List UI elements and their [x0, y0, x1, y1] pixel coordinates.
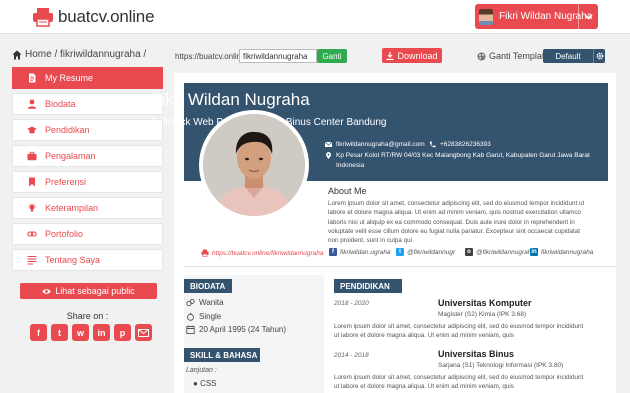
divider: [184, 266, 616, 267]
gear-icon[interactable]: [593, 49, 605, 63]
sidebar-item-portofolio[interactable]: Portofolio: [12, 223, 163, 245]
email-icon[interactable]: [135, 324, 152, 341]
logo[interactable]: buatcv.online: [32, 6, 155, 28]
education-description: Lorem ipsum dolor sit amet, consectetur …: [334, 374, 584, 391]
social-linkedin[interactable]: in fikriwildannugraha: [530, 248, 593, 256]
document-icon: [29, 73, 36, 83]
instagram-icon: o: [465, 248, 473, 256]
sidebar: My Resume Biodata Pendidikan Pengalaman …: [12, 67, 163, 275]
download-button[interactable]: Download: [382, 48, 442, 63]
graduation-cap-icon: [27, 126, 37, 134]
facebook-icon[interactable]: f: [30, 324, 47, 341]
sidebar-item-label: Portofolio: [45, 229, 84, 239]
ring-icon: [187, 313, 194, 321]
sidebar-item-keterampilan[interactable]: Keterampilan: [12, 197, 163, 219]
sidebar-item-label: Pengalaman: [45, 151, 96, 161]
education-heading: PENDIDIKAN: [334, 279, 402, 293]
education-date: 2014 - 2018: [334, 352, 369, 359]
url-prefix: https://buatcv.online/: [175, 52, 248, 61]
bulb-icon: [27, 203, 37, 212]
education-date: 2018 - 2020: [334, 300, 369, 307]
username-url-input[interactable]: [239, 49, 317, 63]
breadcrumb: Home / fikriwildannugraha /: [12, 49, 146, 60]
printer-icon: [33, 8, 53, 27]
user-icon: [27, 99, 37, 109]
phone-icon: [429, 141, 436, 148]
linkedin-icon[interactable]: in: [93, 324, 110, 341]
education-degree: Sarjana (S1) Teknologi Informasi (IPK 3.…: [438, 362, 564, 369]
sidebar-item-label: My Resume: [45, 73, 94, 83]
email-icon: [325, 141, 332, 147]
share-buttons: f t w in p: [30, 324, 152, 341]
sidebar-item-pendidikan[interactable]: Pendidikan: [12, 119, 163, 141]
sidebar-item-label: Preferensi: [45, 177, 87, 187]
home-icon: [12, 50, 22, 59]
education-school: Universitas Binus: [438, 349, 515, 359]
social-facebook[interactable]: f fikriwildan.ugraha: [329, 248, 391, 256]
sidebar-item-tentang-saya[interactable]: Tentang Saya: [12, 249, 163, 271]
gender-icon: [186, 299, 195, 307]
facebook-icon: f: [329, 248, 337, 256]
user-menu-button[interactable]: Fikri Wildan Nugraha: [475, 4, 598, 29]
contact-address-country: Indonesia: [336, 162, 365, 169]
twitter-icon[interactable]: t: [51, 324, 68, 341]
eye-icon: [42, 288, 51, 294]
calendar-icon: [186, 325, 195, 334]
avatar: [479, 8, 493, 25]
education-school: Universitas Komputer: [438, 298, 532, 308]
sidebar-item-label: Pendidikan: [45, 125, 90, 135]
share-label: Share on :: [66, 311, 109, 321]
birth-row: 20 April 1995 (24 Tahun): [186, 325, 286, 334]
skill-heading: SKILL & BAHASA: [184, 348, 260, 362]
skill-item: ● CSS: [193, 379, 217, 388]
palette-icon: [477, 52, 486, 60]
resume-name: Fikri Wildan Nugraha: [151, 90, 310, 109]
whatsapp-icon[interactable]: w: [72, 324, 89, 341]
sidebar-item-pengalaman[interactable]: Pengalaman: [12, 145, 163, 167]
education-degree: Magister (S2) Kimia (IPK 3.68): [438, 311, 527, 318]
twitter-icon: t: [396, 248, 404, 256]
view-public-button[interactable]: Lihat sebagai public: [20, 283, 157, 299]
linkedin-icon: in: [530, 248, 538, 256]
gender-row: Wanita: [186, 298, 224, 307]
map-marker-icon: [326, 152, 331, 159]
breadcrumb-current: / fikriwildannugraha /: [54, 49, 147, 60]
about-me-text: Lorem ipsum dolor sit amet, consectetur …: [328, 200, 585, 245]
sidebar-item-label: Tentang Saya: [45, 255, 101, 265]
briefcase-icon: [27, 151, 37, 161]
sidebar-item-label: Biodata: [45, 99, 76, 109]
social-instagram[interactable]: o @fikriwildannugraha: [465, 248, 535, 256]
sidebar-item-preferensi[interactable]: Preferensi: [12, 171, 163, 193]
printer-icon: [201, 249, 209, 257]
bookmark-icon: [29, 177, 35, 187]
education-description: Lorem ipsum dolor sit amet, consectetur …: [334, 323, 584, 340]
template-select[interactable]: Default: [543, 49, 593, 63]
view-public-label: Lihat sebagai public: [55, 286, 135, 296]
about-me-title: About Me: [328, 186, 367, 196]
link-icon: [27, 231, 37, 237]
profile-photo: [203, 114, 305, 216]
breadcrumb-home[interactable]: Home: [25, 49, 52, 60]
biodata-heading: BIODATA: [184, 279, 232, 293]
download-icon: [386, 51, 394, 60]
logo-text: buatcv.online: [58, 7, 155, 26]
sidebar-item-biodata[interactable]: Biodata: [12, 93, 163, 115]
contact-address: Kp Pesar Kolot RT/RW 04/03 Kec Malangbon…: [325, 152, 590, 159]
change-url-button[interactable]: Ganti: [317, 49, 347, 63]
sidebar-item-label: Keterampilan: [45, 203, 99, 213]
chevron-down-icon[interactable]: [578, 4, 598, 29]
pinterest-icon[interactable]: p: [114, 324, 131, 341]
marital-row: Single: [186, 312, 221, 321]
contact-phone: +6283826236393: [429, 141, 491, 148]
top-navbar: buatcv.online Fikri Wildan Nugraha: [0, 0, 630, 34]
skill-level-label: Lanjutan :: [186, 367, 217, 374]
lines-icon: [27, 255, 37, 265]
contact-email: fikriwildannugraha@gmail.com: [325, 141, 425, 148]
social-twitter[interactable]: t @fikriwildannugr: [396, 248, 455, 256]
sidebar-item-my-resume[interactable]: My Resume: [12, 67, 163, 89]
download-label: Download: [397, 50, 438, 61]
website-link[interactable]: https://buatcv.online/fikriwildannugraha: [201, 249, 324, 257]
